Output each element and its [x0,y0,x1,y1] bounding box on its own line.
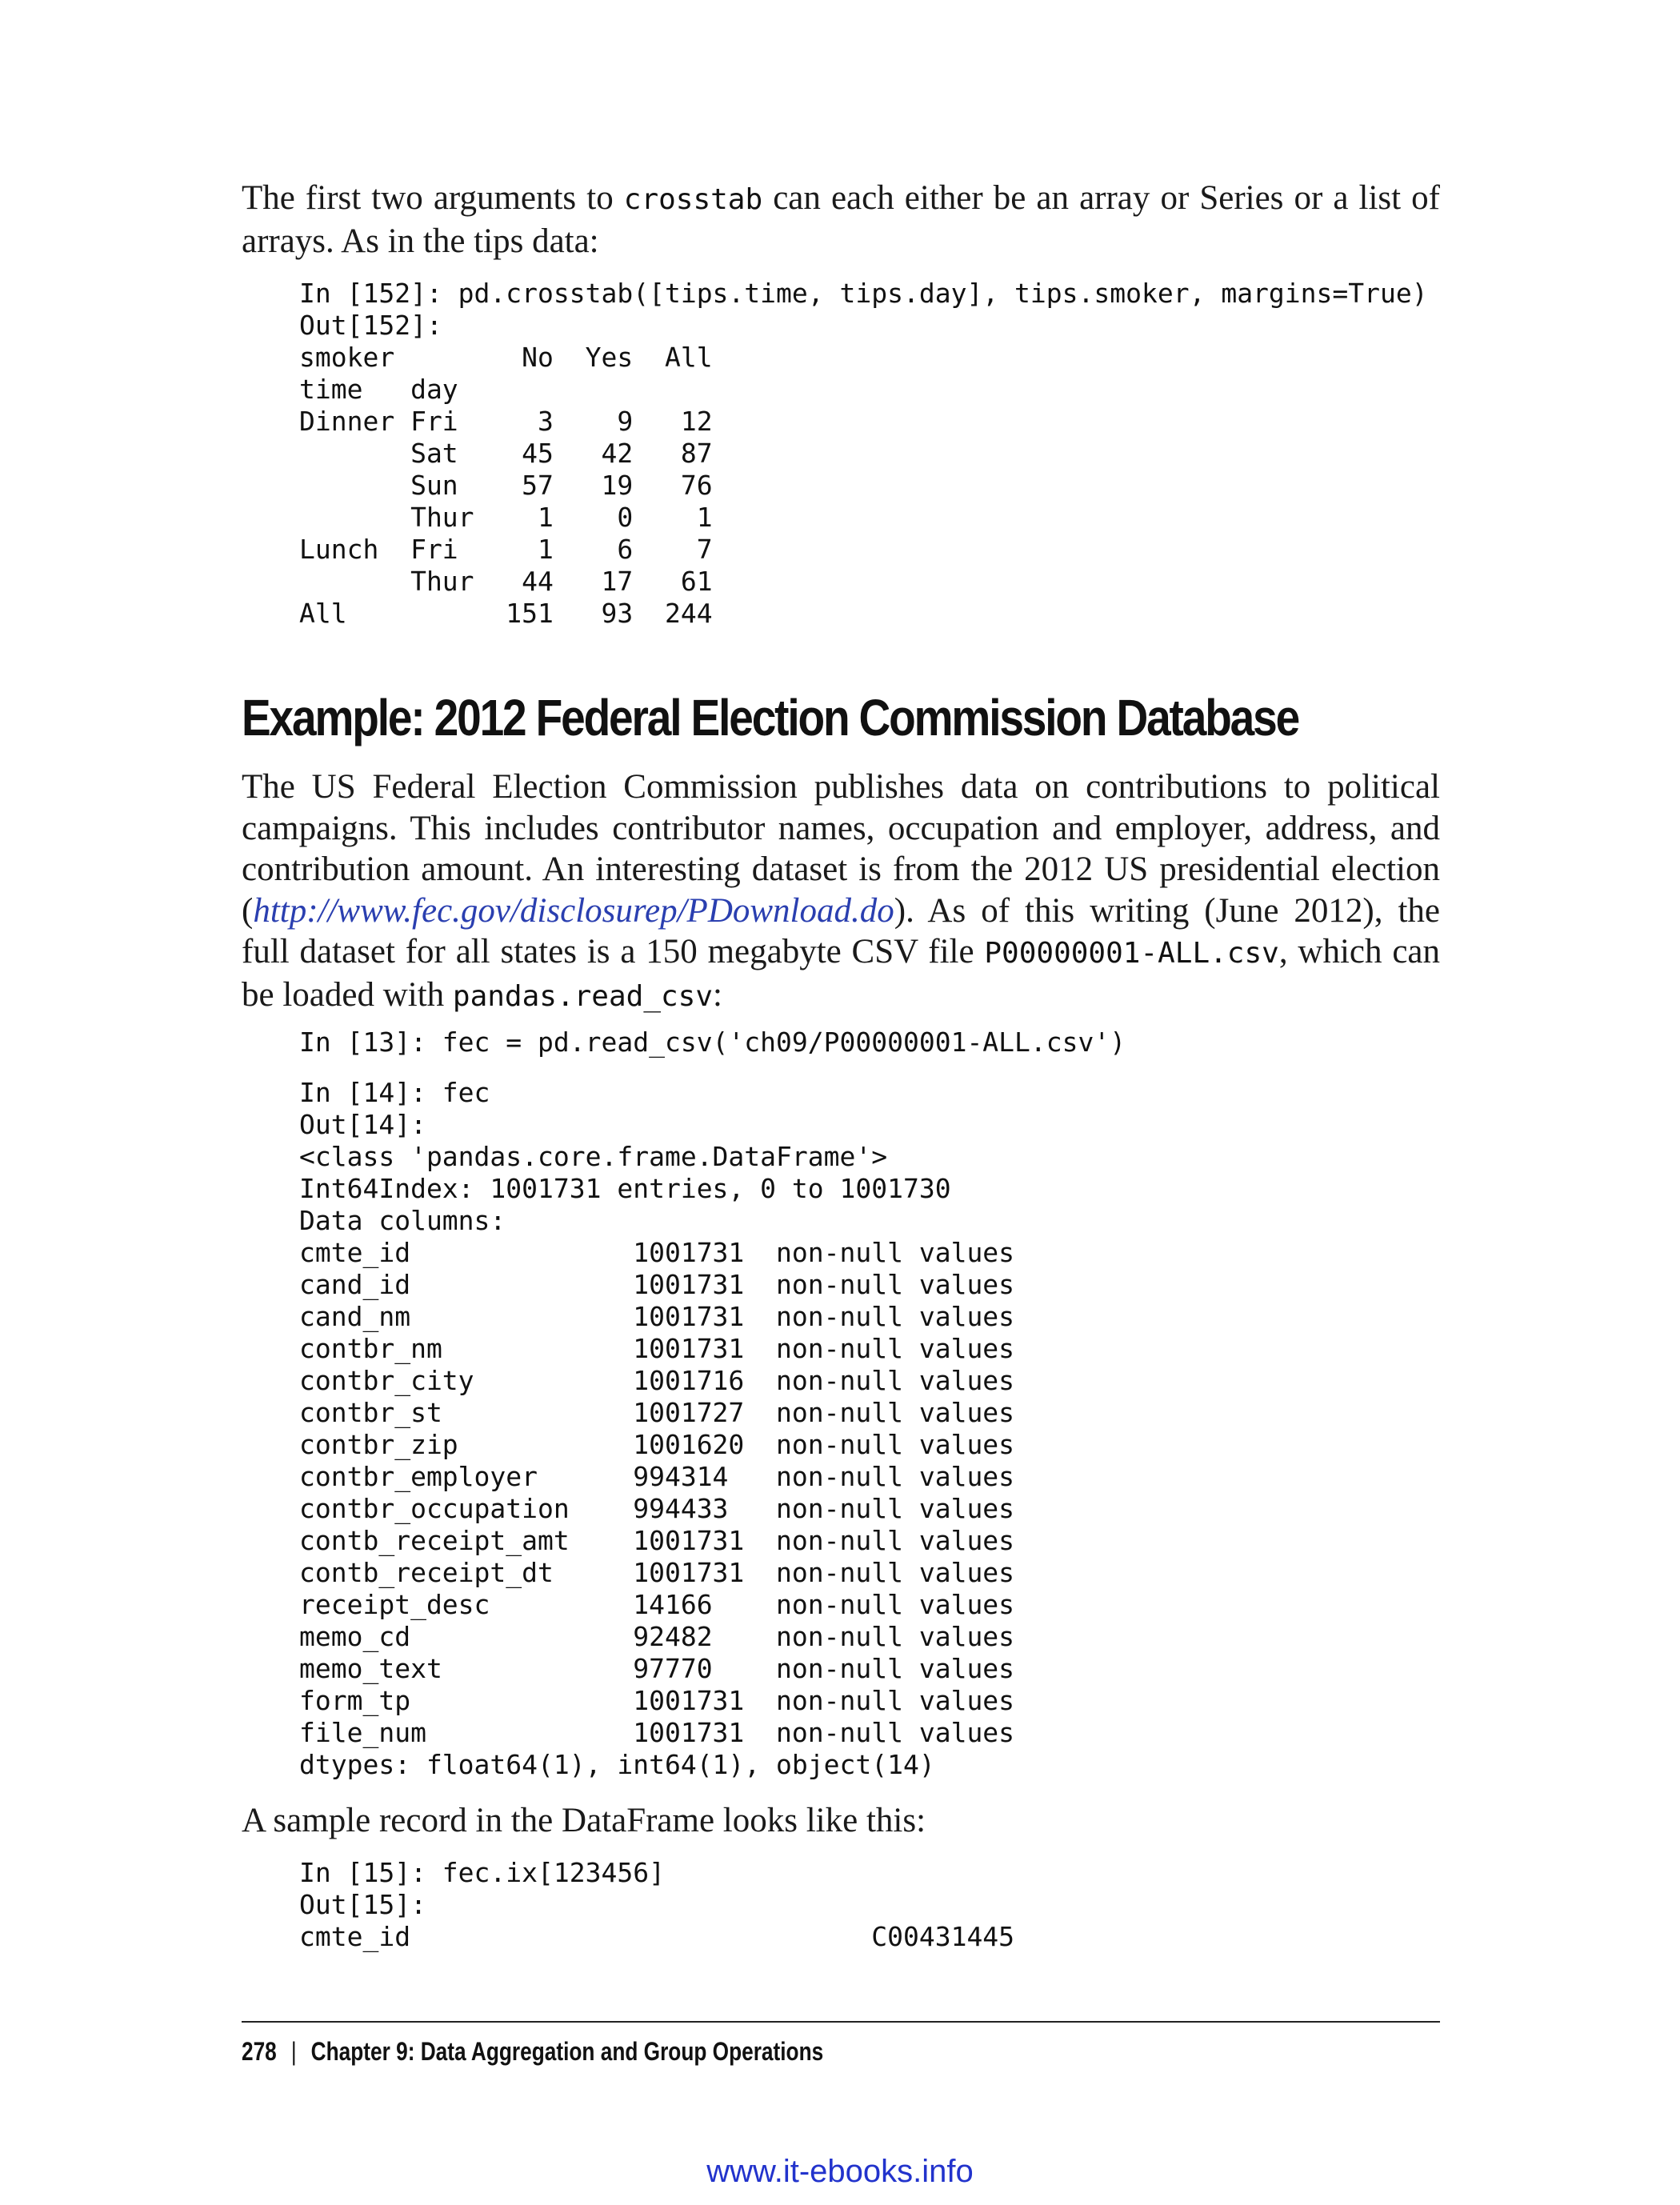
intro-text-1: The first two arguments to [242,179,624,217]
page-footer: 278 | Chapter 9: Data Aggregation and Grou… [242,2034,823,2069]
watermark-link[interactable]: www.it-ebooks.info [0,2152,1680,2191]
fec-download-link[interactable]: http://www.fec.gov/disclosurep/PDownload… [253,892,894,930]
page-number: 278 [242,2037,277,2066]
footer-rule [242,2021,1440,2023]
read-csv-code: pandas.read_csv [452,979,714,1013]
csv-filename-code: P00000001-ALL.csv [984,937,1279,970]
fec-text-4: : [713,975,722,1014]
code-block-crosstab: In [152]: pd.crosstab([tips.time, tips.d… [299,278,1428,629]
sample-record-text: A sample record in the DataFrame looks l… [242,1802,926,1839]
footer-separator: | [290,2037,297,2066]
book-page: The first two arguments to crosstab can … [0,0,1680,2205]
fec-paragraph: The US Federal Election Commission publi… [242,766,1440,1017]
code-block-read-csv: In [13]: fec = pd.read_csv('ch09/P000000… [299,1026,1126,1058]
intro-paragraph: The first two arguments to crosstab can … [242,178,1440,262]
code-block-sample-record: In [15]: fec.ix[123456] Out[15]: cmte_id… [299,1857,1015,1952]
intro-inline-code: crosstab [623,183,763,216]
chapter-title: Chapter 9: Data Aggregation and Group Op… [310,2037,824,2066]
section-heading: Example: 2012 Federal Election Commissio… [242,689,1300,746]
code-block-dataframe-info: In [14]: fec Out[14]: <class 'pandas.cor… [299,1077,1015,1780]
